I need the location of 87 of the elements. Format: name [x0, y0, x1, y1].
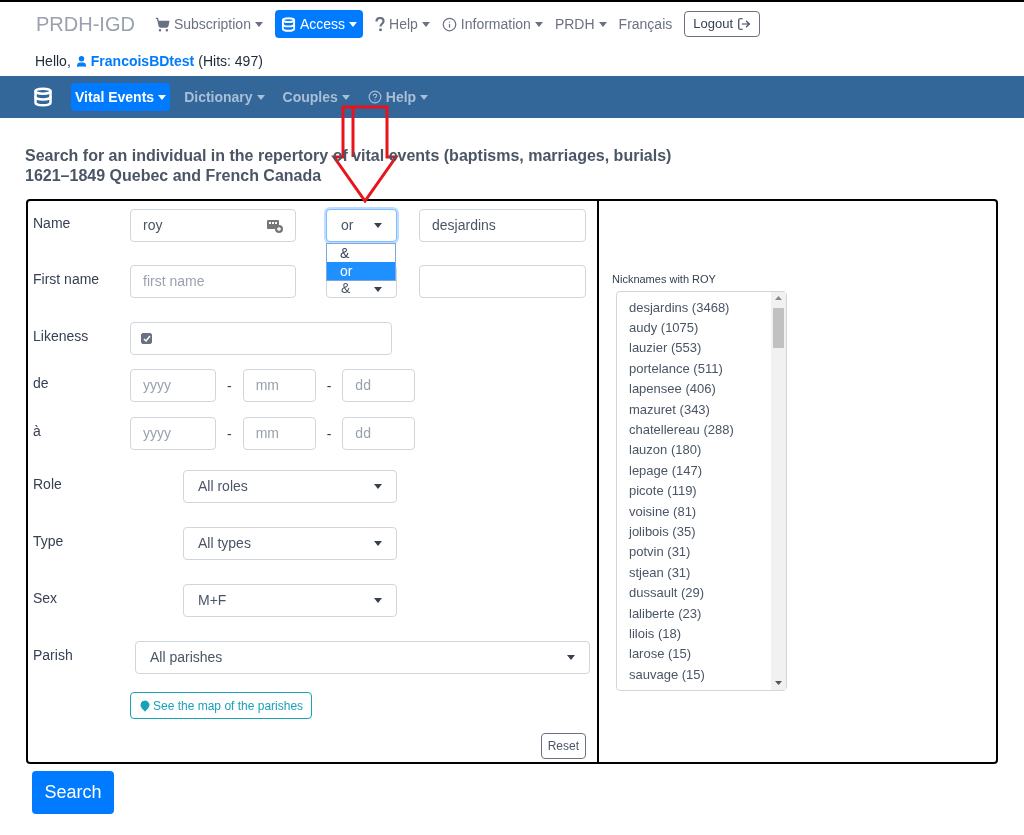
menu-option[interactable]: & [327, 244, 395, 262]
nav-menu[interactable]: Access [274, 10, 364, 38]
date-separator: - [326, 377, 332, 396]
list-option[interactable]: voisine (81) [629, 501, 771, 522]
list-option[interactable]: lauzier (553) [629, 338, 771, 359]
date-separator: - [227, 377, 232, 396]
nav-link[interactable]: Français [618, 13, 673, 35]
list-option[interactable]: stjean (31) [629, 562, 771, 584]
caret-icon [567, 655, 575, 660]
list-option[interactable]: chatellereau (288) [629, 419, 771, 441]
caret-icon [254, 21, 263, 27]
dropdown-select[interactable]: All types [183, 527, 397, 560]
user-icon [74, 54, 88, 68]
field-label: Likeness [33, 327, 90, 346]
caret-icon [374, 598, 382, 603]
operator-select[interactable]: or [326, 209, 397, 242]
list-option[interactable]: lauzon (180) [629, 440, 771, 461]
surname-field[interactable]: roy [130, 209, 296, 242]
nicknames-title: Nicknames with ROY [612, 272, 717, 287]
info-icon [441, 16, 457, 32]
list-option[interactable]: picote (119) [629, 481, 771, 502]
help-icon [367, 90, 382, 104]
user-link[interactable]: FrancoisBDtest [74, 50, 195, 72]
database-icon [33, 87, 53, 107]
caret-icon [341, 94, 350, 100]
field-label: à [33, 422, 42, 441]
map-pin-icon [139, 699, 151, 712]
list-option[interactable]: mazuret (343) [629, 399, 771, 420]
scrollbar[interactable] [771, 291, 786, 690]
scroll-down-icon[interactable] [775, 680, 782, 685]
nav-menu[interactable]: Information [441, 10, 543, 38]
nav-menu[interactable]: Subscription [154, 10, 263, 38]
field-label: Role [33, 475, 63, 494]
nav-menu[interactable]: PRDH [554, 10, 607, 38]
dropdown-select[interactable]: M+F [183, 584, 397, 617]
field-label: Type [33, 532, 65, 551]
field-label: Name [33, 214, 72, 233]
list-option[interactable]: larose (15) [629, 644, 771, 665]
list-option[interactable]: sauvage (15) [629, 664, 771, 686]
text-field[interactable] [419, 265, 586, 298]
field-label: First name [33, 270, 101, 289]
dropdown-select[interactable]: All roles [183, 470, 397, 503]
field-label: Sex [33, 589, 59, 608]
list-option[interactable]: potvin (31) [629, 542, 771, 563]
search-button[interactable]: Search [32, 771, 114, 814]
scroll-up-icon[interactable] [775, 295, 782, 300]
logout-button[interactable]: Logout [684, 11, 761, 37]
list-option[interactable]: laliberte (23) [629, 603, 771, 624]
date-separator: - [326, 425, 332, 444]
list-option[interactable]: lilois (18) [629, 624, 771, 645]
scrollbar-thumb[interactable] [773, 307, 784, 348]
list-option[interactable]: lapensee (406) [629, 379, 771, 400]
caret-icon [374, 541, 382, 546]
caret-icon [349, 21, 358, 27]
nav-menu[interactable]: Help [375, 10, 430, 38]
reset-button[interactable]: Reset [540, 733, 586, 759]
question-icon [375, 16, 386, 32]
caret-icon [598, 21, 607, 27]
keyboard-icon [267, 218, 283, 233]
field-label: de [33, 374, 50, 393]
list-option[interactable]: audy (1075) [629, 317, 771, 339]
page-heading: Search for an individual in the repertory of vital events (baptisms, marriages, burials) [25, 146, 673, 166]
greeting-text: Hello, [35, 51, 71, 71]
hits-count: (Hits: 497) [198, 51, 263, 71]
list-option[interactable]: desjardins (3468) [629, 297, 771, 318]
parish-select[interactable]: All parishes [135, 641, 590, 674]
caret-icon [421, 21, 430, 27]
checkbox[interactable] [141, 333, 152, 344]
caret-icon [374, 287, 382, 292]
page-heading: 1621–1849 Quebec and French Canada [25, 166, 323, 186]
caret-icon [420, 94, 429, 100]
sub-nav-menu[interactable]: Vital Events [71, 83, 171, 111]
caret-icon [158, 94, 167, 100]
nickname-field[interactable]: desjardins [419, 209, 586, 242]
logout-icon [737, 17, 752, 31]
database-icon [280, 16, 296, 32]
caret-icon [256, 94, 265, 100]
cart-icon [154, 16, 170, 32]
field-label: Parish [33, 646, 74, 665]
list-option[interactable]: lepage (147) [629, 460, 771, 482]
list-option[interactable]: jolibois (35) [629, 521, 771, 543]
caret-icon [374, 484, 382, 489]
date-separator: - [227, 425, 232, 444]
list-option[interactable]: portelance (511) [629, 358, 771, 380]
caret-icon [534, 21, 543, 27]
list-option[interactable]: dussault (29) [629, 583, 771, 604]
caret-icon [374, 223, 382, 228]
